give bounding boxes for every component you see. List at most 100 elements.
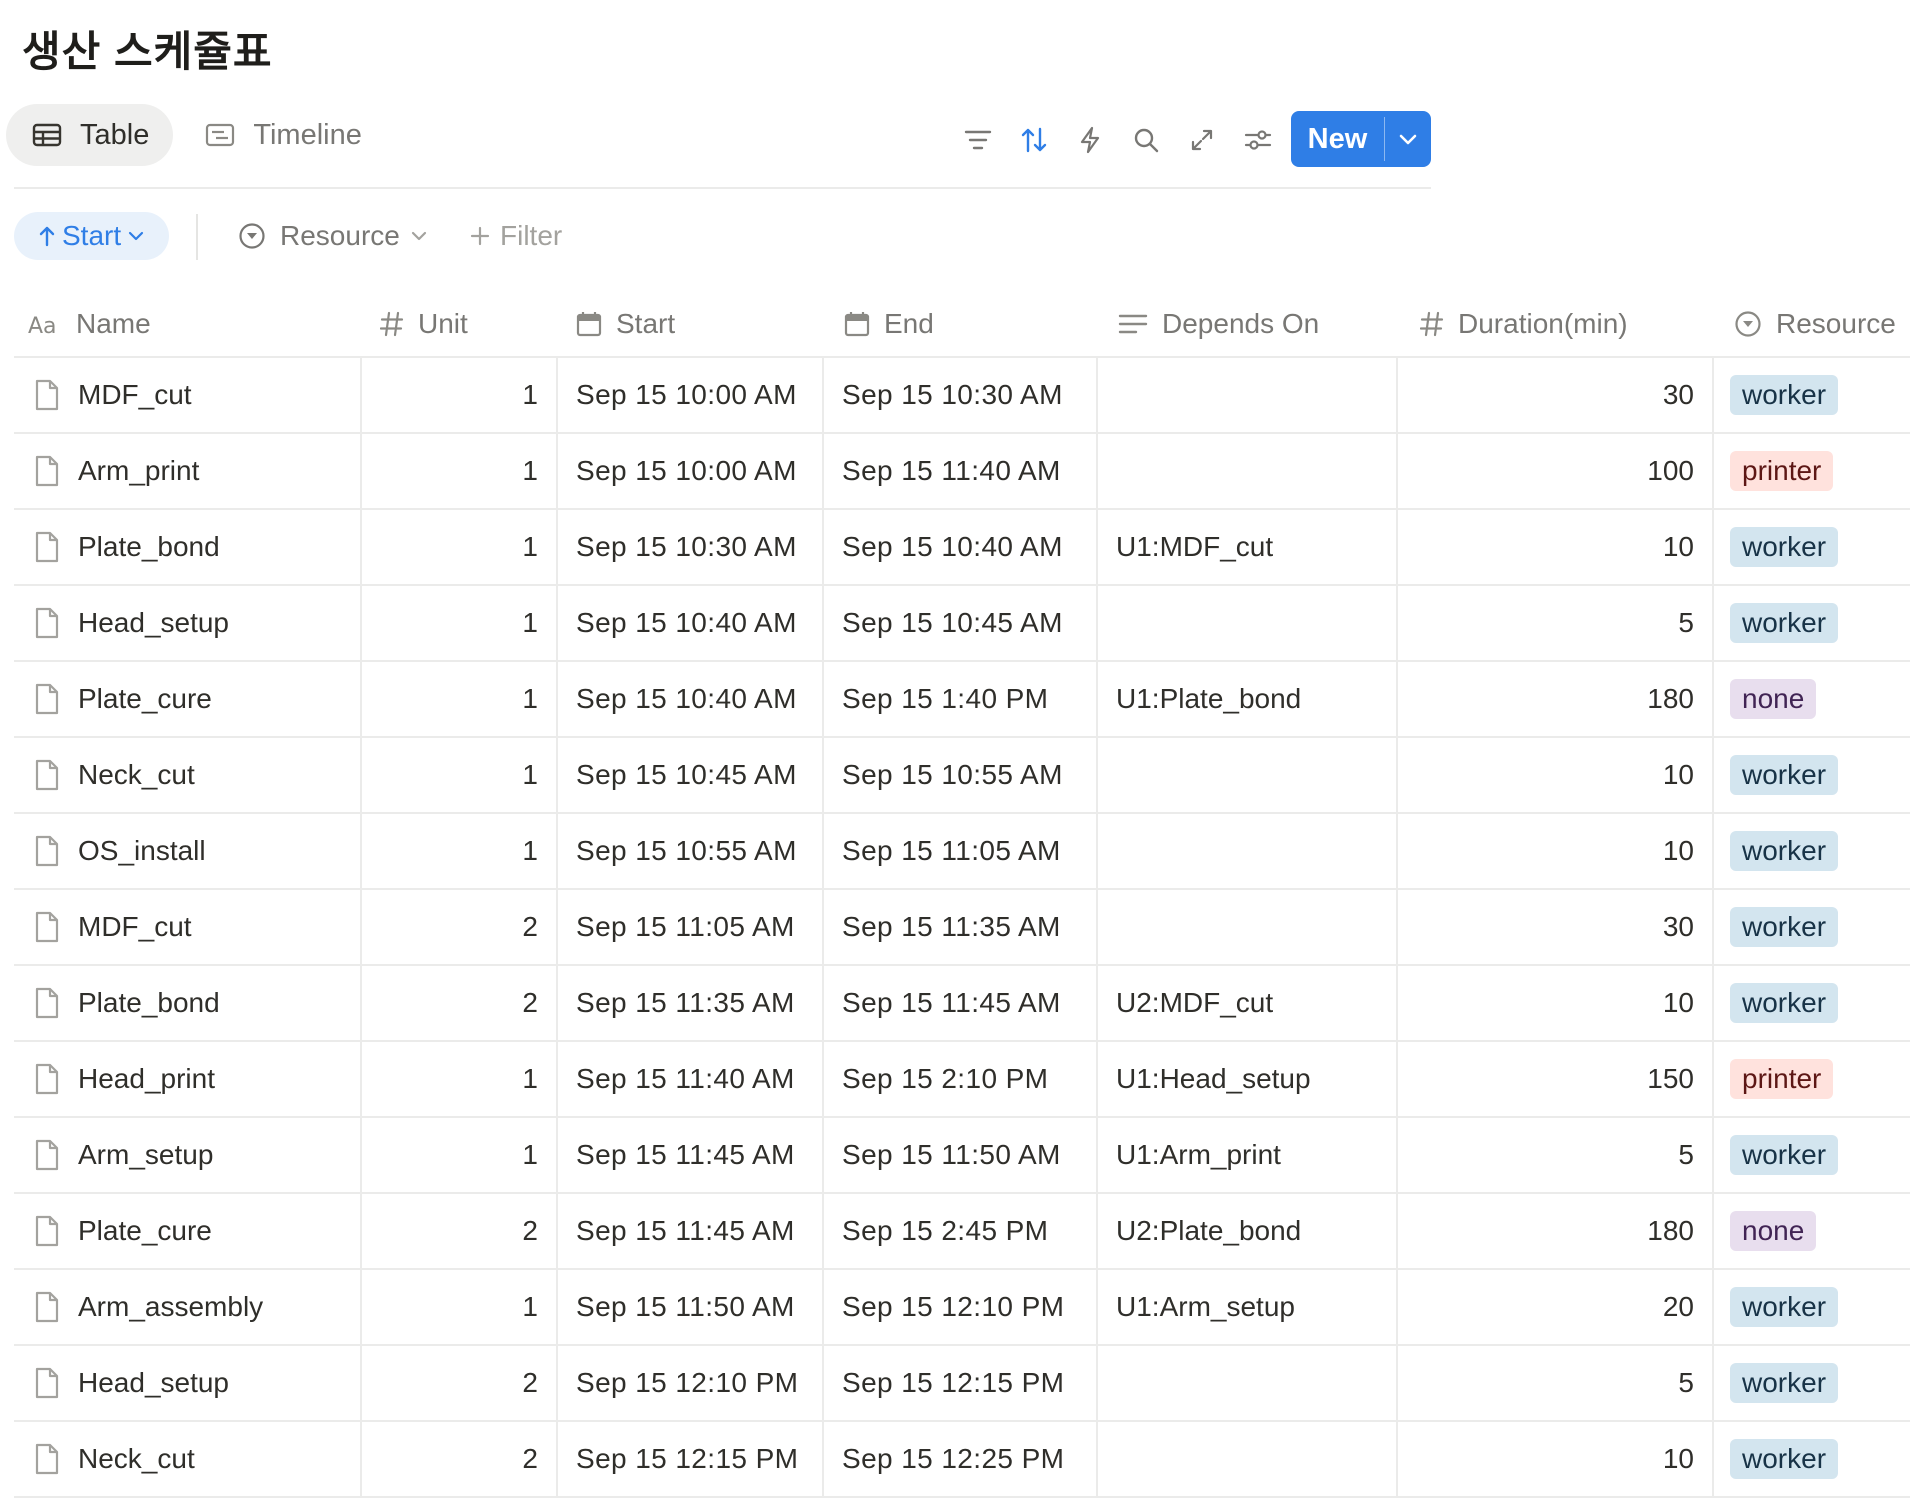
cell-name[interactable]: Plate_cure [14,662,360,736]
column-header-depends-on[interactable]: Depends On [1118,292,1319,356]
sort-chip[interactable]: Start [14,212,170,260]
cell-resource[interactable]: worker [1714,1118,1910,1192]
cell-depends-on[interactable] [1098,358,1396,432]
cell-end[interactable]: Sep 15 10:55 AM [824,738,1096,812]
column-header-end[interactable]: End [844,292,934,356]
cell-depends-on[interactable] [1098,890,1396,964]
table-row[interactable]: Plate_bond 1 Sep 15 10:30 AM Sep 15 10:4… [14,510,1910,586]
table-row[interactable]: Neck_cut 2 Sep 15 12:15 PM Sep 15 12:25 … [14,1422,1910,1498]
cell-resource[interactable]: worker [1714,890,1910,964]
cell-duration[interactable]: 180 [1398,662,1712,736]
cell-start[interactable]: Sep 15 10:45 AM [558,738,822,812]
cell-duration[interactable]: 10 [1398,510,1712,584]
cell-name[interactable]: Plate_cure [14,1194,360,1268]
cell-unit[interactable]: 2 [362,890,556,964]
cell-unit[interactable]: 1 [362,814,556,888]
cell-start[interactable]: Sep 15 10:55 AM [558,814,822,888]
cell-duration[interactable]: 10 [1398,738,1712,812]
cell-resource[interactable]: printer [1714,1042,1910,1116]
cell-duration[interactable]: 100 [1398,434,1712,508]
cell-unit[interactable]: 1 [362,434,556,508]
column-header-unit[interactable]: Unit [380,292,468,356]
view-settings-button[interactable] [1230,112,1286,168]
cell-depends-on[interactable] [1098,1422,1396,1496]
new-dropdown-button[interactable] [1385,111,1431,167]
cell-name[interactable]: OS_install [14,814,360,888]
cell-resource[interactable]: worker [1714,1270,1910,1344]
cell-duration[interactable]: 30 [1398,358,1712,432]
search-button[interactable] [1118,112,1174,168]
cell-name[interactable]: Arm_print [14,434,360,508]
cell-unit[interactable]: 2 [362,1422,556,1496]
cell-depends-on[interactable] [1098,1346,1396,1420]
cell-duration[interactable]: 5 [1398,586,1712,660]
cell-resource[interactable]: worker [1714,510,1910,584]
cell-name[interactable]: Head_print [14,1042,360,1116]
table-row[interactable]: MDF_cut 2 Sep 15 11:05 AM Sep 15 11:35 A… [14,890,1910,966]
cell-start[interactable]: Sep 15 12:15 PM [558,1422,822,1496]
cell-start[interactable]: Sep 15 10:00 AM [558,434,822,508]
cell-name[interactable]: Plate_bond [14,966,360,1040]
cell-resource[interactable]: printer [1714,434,1910,508]
column-header-resource[interactable]: Resource [1734,292,1896,356]
cell-unit[interactable]: 1 [362,1118,556,1192]
cell-duration[interactable]: 5 [1398,1346,1712,1420]
sort-button[interactable] [1006,112,1062,168]
cell-resource[interactable]: worker [1714,586,1910,660]
cell-name[interactable]: MDF_cut [14,358,360,432]
cell-end[interactable]: Sep 15 10:45 AM [824,586,1096,660]
cell-depends-on[interactable]: U2:MDF_cut [1098,966,1396,1040]
cell-depends-on[interactable] [1098,434,1396,508]
cell-end[interactable]: Sep 15 2:45 PM [824,1194,1096,1268]
cell-depends-on[interactable]: U1:Head_setup [1098,1042,1396,1116]
cell-unit[interactable]: 1 [362,662,556,736]
cell-depends-on[interactable]: U2:Plate_bond [1098,1194,1396,1268]
cell-unit[interactable]: 1 [362,738,556,812]
cell-duration[interactable]: 10 [1398,966,1712,1040]
cell-duration[interactable]: 30 [1398,890,1712,964]
cell-start[interactable]: Sep 15 11:45 AM [558,1194,822,1268]
table-row[interactable]: Plate_bond 2 Sep 15 11:35 AM Sep 15 11:4… [14,966,1910,1042]
filter-button[interactable] [950,112,1006,168]
tab-timeline[interactable]: Timeline [179,104,386,166]
cell-start[interactable]: Sep 15 10:30 AM [558,510,822,584]
cell-duration[interactable]: 10 [1398,1422,1712,1496]
cell-duration[interactable]: 20 [1398,1270,1712,1344]
cell-duration[interactable]: 180 [1398,1194,1712,1268]
table-row[interactable]: Plate_cure 2 Sep 15 11:45 AM Sep 15 2:45… [14,1194,1910,1270]
cell-end[interactable]: Sep 15 10:40 AM [824,510,1096,584]
table-row[interactable]: Head_setup 2 Sep 15 12:10 PM Sep 15 12:1… [14,1346,1910,1422]
cell-resource[interactable]: worker [1714,738,1910,812]
cell-end[interactable]: Sep 15 12:25 PM [824,1422,1096,1496]
cell-start[interactable]: Sep 15 11:35 AM [558,966,822,1040]
cell-name[interactable]: Arm_assembly [14,1270,360,1344]
cell-depends-on[interactable] [1098,586,1396,660]
cell-start[interactable]: Sep 15 11:45 AM [558,1118,822,1192]
automation-button[interactable] [1062,112,1118,168]
cell-name[interactable]: Plate_bond [14,510,360,584]
cell-duration[interactable]: 5 [1398,1118,1712,1192]
cell-start[interactable]: Sep 15 11:50 AM [558,1270,822,1344]
cell-end[interactable]: Sep 15 12:15 PM [824,1346,1096,1420]
cell-start[interactable]: Sep 15 10:40 AM [558,662,822,736]
cell-depends-on[interactable]: U1:Arm_setup [1098,1270,1396,1344]
table-row[interactable]: Head_setup 1 Sep 15 10:40 AM Sep 15 10:4… [14,586,1910,662]
column-header-duration[interactable]: Duration(min) [1420,292,1628,356]
cell-duration[interactable]: 150 [1398,1042,1712,1116]
table-row[interactable]: OS_install 1 Sep 15 10:55 AM Sep 15 11:0… [14,814,1910,890]
cell-resource[interactable]: worker [1714,814,1910,888]
cell-unit[interactable]: 1 [362,358,556,432]
cell-start[interactable]: Sep 15 10:40 AM [558,586,822,660]
table-row[interactable]: Arm_print 1 Sep 15 10:00 AM Sep 15 11:40… [14,434,1910,510]
cell-unit[interactable]: 1 [362,1042,556,1116]
cell-duration[interactable]: 10 [1398,814,1712,888]
table-row[interactable]: Arm_assembly 1 Sep 15 11:50 AM Sep 15 12… [14,1270,1910,1346]
cell-unit[interactable]: 2 [362,1346,556,1420]
cell-depends-on[interactable] [1098,814,1396,888]
cell-start[interactable]: Sep 15 10:00 AM [558,358,822,432]
cell-name[interactable]: Head_setup [14,1346,360,1420]
cell-start[interactable]: Sep 15 11:40 AM [558,1042,822,1116]
cell-resource[interactable]: worker [1714,966,1910,1040]
cell-unit[interactable]: 2 [362,966,556,1040]
table-row[interactable]: Head_print 1 Sep 15 11:40 AM Sep 15 2:10… [14,1042,1910,1118]
